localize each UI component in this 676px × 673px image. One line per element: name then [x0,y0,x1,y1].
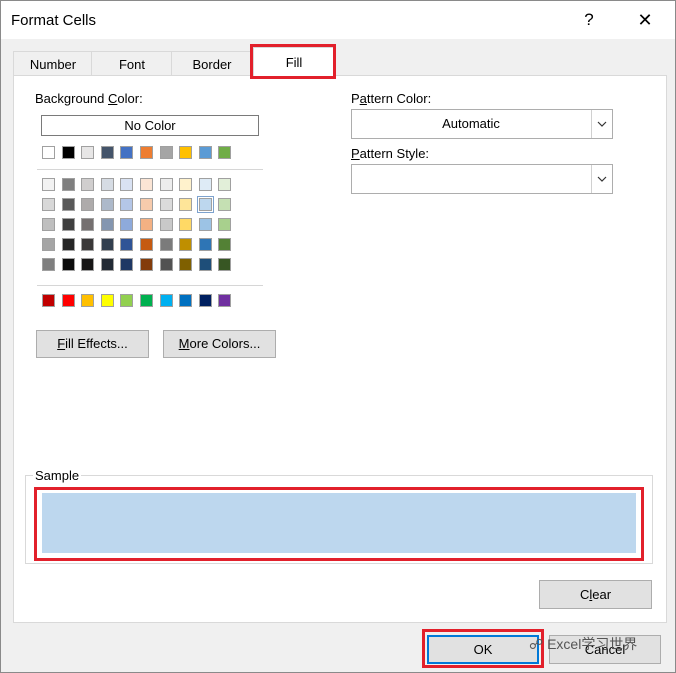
theme-shade-swatch[interactable] [197,196,214,213]
pattern-color-value: Automatic [442,116,500,131]
theme-shade-swatch[interactable] [179,238,192,251]
theme-shade-swatch[interactable] [140,218,153,231]
theme-color-swatch[interactable] [120,146,133,159]
theme-shade-swatch[interactable] [81,258,94,271]
pattern-style-label: Pattern Style: [351,146,430,161]
theme-color-swatch[interactable] [140,146,153,159]
more-colors-button[interactable]: More Colors... [163,330,276,358]
palette-divider-1 [37,169,263,170]
theme-shade-swatch[interactable] [120,238,133,251]
theme-shade-swatch[interactable] [160,258,173,271]
theme-shade-swatch[interactable] [101,198,114,211]
tab-border[interactable]: Border [171,51,253,77]
theme-shade-swatch[interactable] [218,258,231,271]
clear-button[interactable]: Clear [539,580,652,609]
theme-shade-swatch[interactable] [218,238,231,251]
theme-shade-swatch[interactable] [160,198,173,211]
theme-shade-swatch[interactable] [62,218,75,231]
theme-shade-swatch[interactable] [160,218,173,231]
standard-color-swatch[interactable] [120,294,133,307]
standard-color-swatch[interactable] [81,294,94,307]
standard-color-swatch[interactable] [62,294,75,307]
tab-number[interactable]: Number [13,51,93,77]
theme-shade-swatch[interactable] [199,178,212,191]
sample-label: Sample [33,468,82,483]
chevron-down-icon[interactable] [591,165,612,193]
theme-shade-swatch[interactable] [179,178,192,191]
standard-color-swatch[interactable] [160,294,173,307]
theme-shade-swatch[interactable] [101,238,114,251]
sample-preview [42,493,636,553]
standard-color-swatch[interactable] [199,294,212,307]
theme-shade-swatch[interactable] [218,178,231,191]
theme-color-swatch[interactable] [218,146,231,159]
theme-color-swatch[interactable] [101,146,114,159]
standard-color-swatch[interactable] [218,294,231,307]
tab-fill[interactable]: Fill [253,47,335,77]
title-bar: Format Cells ? ✕ [1,1,675,39]
standard-color-swatch[interactable] [42,294,55,307]
help-button[interactable]: ? [567,5,611,35]
theme-shade-swatch[interactable] [81,238,94,251]
theme-shade-swatch[interactable] [81,178,94,191]
close-button[interactable]: ✕ [623,5,667,35]
theme-shade-swatch[interactable] [120,178,133,191]
theme-shade-swatch[interactable] [140,258,153,271]
palette-divider-2 [37,285,263,286]
theme-color-swatch[interactable] [160,146,173,159]
theme-shade-swatch[interactable] [199,258,212,271]
theme-shade-swatch[interactable] [42,198,55,211]
theme-color-swatch[interactable] [179,146,192,159]
theme-shade-swatch[interactable] [101,218,114,231]
theme-shade-swatch[interactable] [42,238,55,251]
theme-shade-swatch[interactable] [42,258,55,271]
theme-shade-swatch[interactable] [101,258,114,271]
theme-shade-swatch[interactable] [101,178,114,191]
theme-shade-swatch[interactable] [218,198,231,211]
theme-shade-swatch[interactable] [42,218,55,231]
no-color-button[interactable]: No Color [41,115,259,136]
theme-shade-swatch[interactable] [42,178,55,191]
chevron-down-icon[interactable] [591,110,612,138]
dialog-title: Format Cells [11,12,97,29]
theme-color-swatch[interactable] [81,146,94,159]
standard-color-swatch[interactable] [179,294,192,307]
ok-button[interactable]: OK [427,635,539,664]
pattern-style-dropdown[interactable] [351,164,613,194]
theme-shade-swatch[interactable] [62,258,75,271]
theme-shade-swatch[interactable] [160,178,173,191]
watermark: ☍ Excel学习世界 [529,636,638,652]
theme-shade-swatch[interactable] [81,198,94,211]
theme-shade-swatch[interactable] [120,218,133,231]
theme-shade-swatch[interactable] [81,218,94,231]
theme-shade-swatch[interactable] [179,258,192,271]
tab-font[interactable]: Font [91,51,173,77]
theme-shade-swatch[interactable] [62,198,75,211]
theme-color-swatch[interactable] [62,146,75,159]
fill-effects-button[interactable]: Fill Effects... [36,330,149,358]
theme-shade-swatch[interactable] [218,218,231,231]
wechat-icon: ☍ [529,636,544,652]
theme-shade-swatch[interactable] [140,198,153,211]
theme-shade-swatch[interactable] [120,258,133,271]
theme-shade-swatch[interactable] [140,178,153,191]
background-color-label: Background Color: [35,91,143,106]
theme-shade-swatch[interactable] [120,198,133,211]
theme-shade-swatch[interactable] [199,238,212,251]
theme-shade-swatch[interactable] [179,218,192,231]
theme-shade-swatch[interactable] [62,238,75,251]
theme-shade-swatch[interactable] [199,218,212,231]
pattern-style-value [352,165,590,193]
theme-shade-swatch[interactable] [179,198,192,211]
theme-shade-swatch[interactable] [140,238,153,251]
format-cells-dialog: Format Cells ? ✕ Number Font Border Fill… [0,0,676,673]
standard-color-swatch[interactable] [140,294,153,307]
standard-color-swatch[interactable] [101,294,114,307]
theme-shade-swatch[interactable] [160,238,173,251]
theme-color-swatch[interactable] [199,146,212,159]
theme-color-swatch[interactable] [42,146,55,159]
theme-shade-swatch[interactable] [62,178,75,191]
pattern-color-label: Pattern Color: [351,91,432,106]
pattern-color-dropdown[interactable]: Automatic [351,109,613,139]
